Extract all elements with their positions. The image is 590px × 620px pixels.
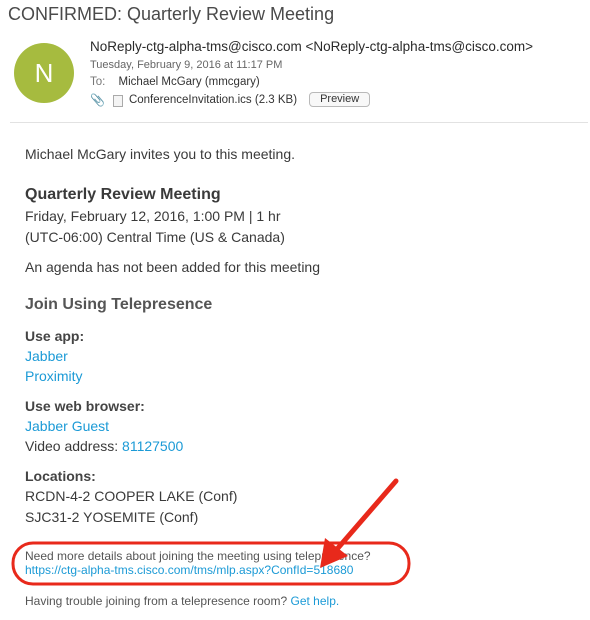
attachment-name[interactable]: ConferenceInvitation.ics (2.3 KB) <box>129 94 297 106</box>
video-address-label: Video address: <box>25 438 119 454</box>
invite-text: Michael McGary invites you to this meeti… <box>25 146 295 162</box>
arrow-shaft <box>335 478 399 551</box>
sender-address[interactable]: NoReply-ctg-alpha-tms@cisco.com <NoReply… <box>90 39 533 54</box>
meeting-timezone: (UTC-06:00) Central Time (US & Canada) <box>25 229 285 245</box>
attachment-row: 📎 ConferenceInvitation.ics (2.3 KB) Prev… <box>90 92 371 107</box>
email-header: N NoReply-ctg-alpha-tms@cisco.com <NoRep… <box>0 30 590 122</box>
trouble-row: Having trouble joining from a telepresen… <box>25 594 339 608</box>
sent-date: Tuesday, February 9, 2016 at 11:17 PM <box>90 59 283 71</box>
meeting-time: Friday, February 12, 2016, 1:00 PM | 1 h… <box>25 208 281 224</box>
file-icon <box>112 94 123 107</box>
video-address-row: Video address: 81127500 <box>25 438 183 454</box>
location-item: SJC31-2 YOSEMITE (Conf) <box>25 509 199 525</box>
video-address-link[interactable]: 81127500 <box>122 438 183 454</box>
jabber-guest-link[interactable]: Jabber Guest <box>25 418 109 434</box>
join-heading: Join Using Telepresence <box>25 296 213 313</box>
trouble-text: Having trouble joining from a telepresen… <box>25 594 288 608</box>
recipient-row: To: Michael McGary (mmcgary) <box>90 76 260 88</box>
use-app-label: Use app: <box>25 328 85 344</box>
header-divider <box>10 122 588 123</box>
email-subject: CONFIRMED: Quarterly Review Meeting <box>8 4 335 24</box>
details-url-link[interactable]: https://ctg-alpha-tms.cisco.com/tms/mlp.… <box>25 563 353 577</box>
web-browser-label: Use web browser: <box>25 398 145 414</box>
meeting-title: Quarterly Review Meeting <box>25 186 221 203</box>
to-label: To: <box>90 76 106 88</box>
paperclip-icon: 📎 <box>90 92 105 107</box>
locations-label: Locations: <box>25 468 96 484</box>
preview-button[interactable]: Preview <box>309 92 371 107</box>
get-help-link[interactable]: Get help. <box>291 594 340 608</box>
details-question: Need more details about joining the meet… <box>25 549 371 563</box>
agenda-text: An agenda has not been added for this me… <box>25 259 320 275</box>
location-item: RCDN-4-2 COOPER LAKE (Conf) <box>25 488 238 504</box>
recipient-name[interactable]: Michael McGary (mmcgary) <box>119 76 260 88</box>
jabber-link[interactable]: Jabber <box>25 348 68 364</box>
sender-avatar: N <box>14 43 74 103</box>
proximity-link[interactable]: Proximity <box>25 368 83 384</box>
